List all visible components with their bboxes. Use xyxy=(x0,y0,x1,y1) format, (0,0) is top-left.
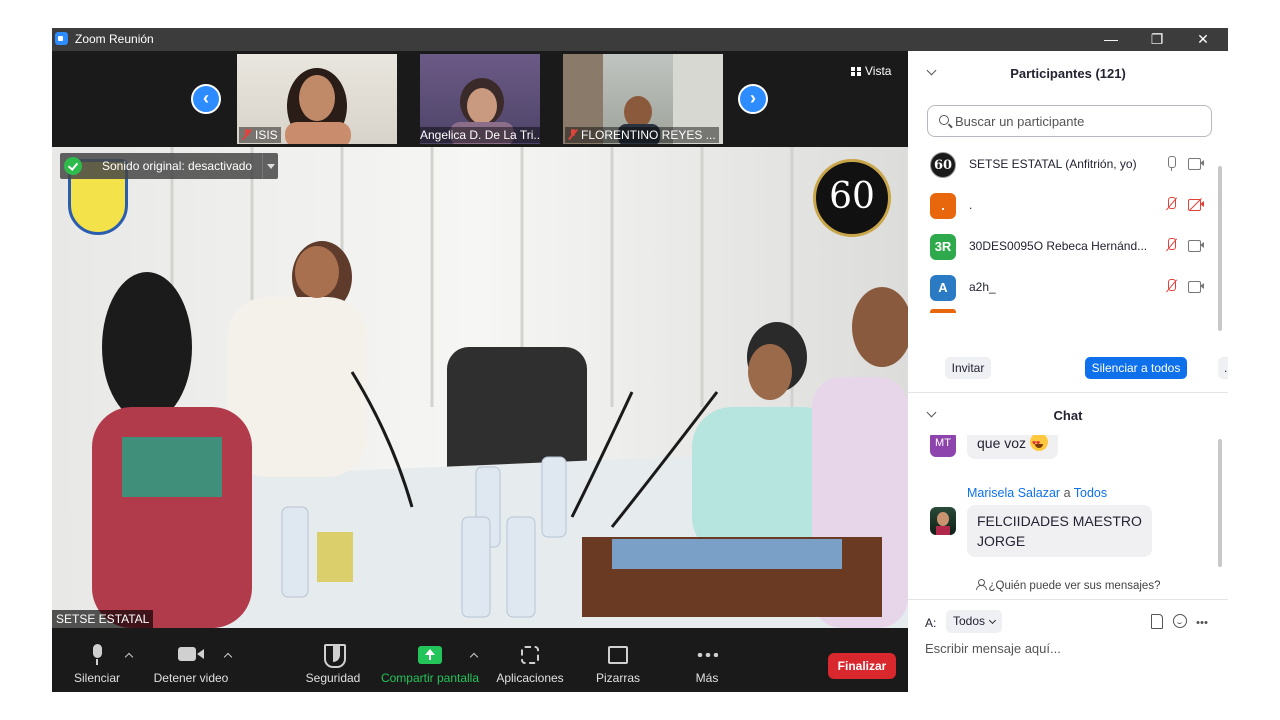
title-bar: Zoom Reunión — ❐ ✕ xyxy=(52,28,1228,51)
participant-row[interactable]: . . xyxy=(908,185,1218,226)
participants-scrollbar[interactable] xyxy=(1217,166,1223,336)
participant-row[interactable]: A a2h_ xyxy=(908,267,1218,308)
next-page-icon[interactable]: › xyxy=(738,84,768,114)
participant-thumbnail[interactable]: ISIS xyxy=(237,54,397,144)
sender-photo-icon xyxy=(936,512,950,535)
mute-all-button[interactable]: Silenciar a todos xyxy=(1085,357,1187,379)
share-screen-icon xyxy=(418,646,442,664)
main-video: 60 Sonido original: desactivado SETSE ES… xyxy=(52,147,908,628)
video-camera-icon[interactable] xyxy=(1188,281,1205,293)
participant-name: 30DES0095O Rebeca Hernánd... xyxy=(969,239,1148,253)
mic-muted-icon[interactable] xyxy=(1165,279,1177,295)
person-icon xyxy=(975,579,987,590)
participant-name: a2h_ xyxy=(969,280,996,294)
emoji-icon[interactable] xyxy=(1173,614,1187,628)
prev-page-icon[interactable]: ‹ xyxy=(191,84,221,114)
security-button[interactable]: Seguridad xyxy=(300,628,366,692)
grid-view-icon xyxy=(851,67,861,76)
thumbnail-name: Angelica D. De La Tri... xyxy=(420,127,540,143)
thumbnail-strip: ‹ ISIS Angelica D. De La Tri... FLORENTI… xyxy=(52,51,908,147)
invite-button[interactable]: Invitar xyxy=(945,357,991,379)
participant-search[interactable] xyxy=(927,105,1212,137)
recipient-select[interactable]: Todos xyxy=(946,610,1003,633)
side-panel: Participantes (121) 60 SETSE ESTATAL (An… xyxy=(908,51,1228,692)
chat-message: MT que voz xyxy=(908,435,1228,471)
more-dots-icon xyxy=(696,653,718,657)
avatar: 3R xyxy=(930,234,956,260)
zoom-window: Zoom Reunión — ❐ ✕ ‹ ISIS Angelica D. De… xyxy=(52,28,1228,692)
original-sound-text: Sonido original: desactivado xyxy=(102,159,253,173)
chevron-down-icon xyxy=(988,616,997,625)
participant-row[interactable]: 60 SETSE ESTATAL (Anfitrión, yo) xyxy=(908,144,1218,185)
avatar xyxy=(930,309,956,313)
more-dots-icon[interactable] xyxy=(1196,621,1208,624)
message-bubble: FELCIIDADES MAESTRO JORGE xyxy=(967,505,1152,557)
view-button[interactable]: Vista xyxy=(851,64,891,78)
message-sender: Marisela Salazar a Todos xyxy=(967,486,1108,500)
participant-name: . xyxy=(969,198,973,212)
close-button[interactable]: ✕ xyxy=(1180,28,1226,51)
minimize-button[interactable]: — xyxy=(1088,28,1134,51)
avatar: 60 xyxy=(930,152,956,178)
meeting-toolbar: Silenciar Detener video Seguridad Compar… xyxy=(52,628,908,692)
video-camera-icon xyxy=(178,647,204,661)
apps-button[interactable]: Aplicaciones xyxy=(490,628,570,692)
participant-row[interactable]: 3R 30DES0095O Rebeca Hernánd... xyxy=(908,226,1218,267)
chevron-down-icon[interactable] xyxy=(262,153,278,179)
chat-message-input[interactable] xyxy=(925,637,1215,659)
whiteboard-icon xyxy=(608,646,628,664)
microphone-icon xyxy=(91,644,103,666)
whiteboards-button[interactable]: Pizarras xyxy=(588,628,648,692)
video-camera-icon[interactable] xyxy=(1188,240,1205,252)
zoom-logo-icon xyxy=(55,32,68,45)
mic-muted-icon[interactable] xyxy=(1165,197,1177,213)
stop-video-button[interactable]: Detener video xyxy=(150,628,232,692)
shield-icon xyxy=(324,644,346,668)
participant-thumbnail[interactable]: FLORENTINO REYES ... xyxy=(563,54,723,144)
video-area: ‹ ISIS Angelica D. De La Tri... FLORENTI… xyxy=(52,51,908,628)
chevron-up-icon[interactable] xyxy=(470,652,480,660)
heart-eyes-emoji-icon xyxy=(1029,435,1048,454)
thumbnail-name: ISIS xyxy=(239,127,281,143)
thumbnail-name: FLORENTINO REYES ... xyxy=(565,127,719,143)
avatar xyxy=(930,507,956,535)
microphone-icon[interactable] xyxy=(1165,156,1177,172)
share-screen-button[interactable]: Compartir pantalla xyxy=(378,628,482,692)
mute-button[interactable]: Silenciar xyxy=(68,628,126,692)
active-speaker-name: SETSE ESTATAL xyxy=(52,610,154,628)
more-button[interactable]: Más xyxy=(682,628,732,692)
chevron-up-icon[interactable] xyxy=(125,652,135,660)
video-off-icon[interactable] xyxy=(1188,198,1205,211)
divider xyxy=(908,599,1228,600)
window-title: Zoom Reunión xyxy=(75,32,154,46)
participants-header[interactable]: Participantes (121) xyxy=(908,51,1228,91)
chevron-up-icon[interactable] xyxy=(224,652,234,660)
file-icon[interactable] xyxy=(1150,614,1163,629)
search-icon xyxy=(939,115,949,125)
participants-more-button[interactable]: ... xyxy=(1218,357,1228,379)
participant-name: SETSE ESTATAL (Anfitrión, yo) xyxy=(969,157,1137,171)
meeting-room-video-icon xyxy=(52,147,908,628)
mic-muted-icon xyxy=(242,129,252,140)
chat-scrollbar[interactable] xyxy=(1217,439,1223,571)
original-sound-banner[interactable]: Sonido original: desactivado xyxy=(60,153,278,179)
anniversary-logo-icon: 60 xyxy=(813,159,891,237)
end-meeting-button[interactable]: Finalizar xyxy=(828,653,896,679)
security-shield-icon xyxy=(64,157,82,175)
message-bubble: que voz xyxy=(967,435,1058,459)
mic-muted-icon[interactable] xyxy=(1165,238,1177,254)
participant-thumbnail[interactable]: Angelica D. De La Tri... xyxy=(420,54,540,144)
avatar: . xyxy=(930,193,956,219)
chat-header[interactable]: Chat xyxy=(908,393,1228,433)
participant-search-input[interactable] xyxy=(955,112,1205,130)
video-camera-icon[interactable] xyxy=(1188,158,1205,170)
apps-icon xyxy=(521,646,539,664)
who-can-see-link[interactable]: ¿Quién puede ver sus mensajes? xyxy=(908,579,1228,592)
avatar: MT xyxy=(930,435,956,457)
restore-button[interactable]: ❐ xyxy=(1134,28,1180,51)
avatar: A xyxy=(930,275,956,301)
recipient-label: A: xyxy=(925,616,937,630)
mic-muted-icon xyxy=(568,129,578,140)
